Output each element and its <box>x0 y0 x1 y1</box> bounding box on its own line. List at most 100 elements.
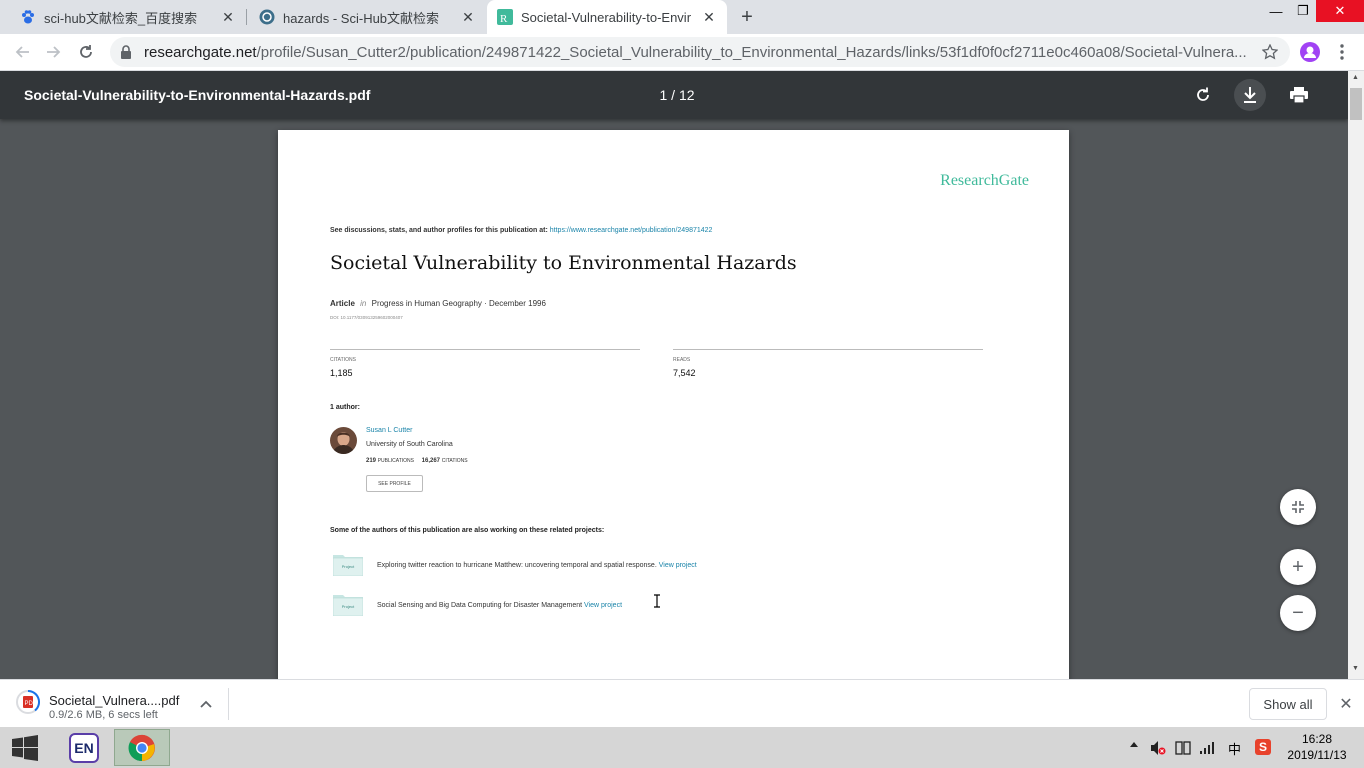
download-options-button[interactable] <box>196 694 216 714</box>
project-text: Exploring twitter reaction to hurricane … <box>377 562 657 569</box>
download-icon <box>1244 87 1256 103</box>
tab-scihub[interactable]: hazards - Sci-Hub文献检索 ✕ <box>247 0 486 34</box>
researchgate-logo: ResearchGate <box>940 172 1029 189</box>
project-text: Social Sensing and Big Data Computing fo… <box>377 602 583 609</box>
show-hidden-icons-button[interactable] <box>1130 739 1138 749</box>
researchgate-icon: R <box>497 9 513 25</box>
rotate-icon <box>1197 87 1209 101</box>
text-cursor-icon <box>653 594 661 608</box>
author-avatar[interactable] <box>330 427 357 454</box>
download-button[interactable] <box>1234 79 1266 111</box>
print-icon <box>1290 87 1308 103</box>
close-shelf-button[interactable]: ✕ <box>1336 694 1356 714</box>
zoom-in-button[interactable]: + <box>1280 549 1316 585</box>
tab-researchgate-pdf[interactable]: R Societal-Vulnerability-to-Envir ✕ <box>487 0 727 34</box>
ime-en-icon: EN <box>69 732 99 763</box>
star-icon <box>1262 44 1278 60</box>
scrollbar-track[interactable] <box>1348 71 1364 679</box>
rotate-button[interactable] <box>1187 79 1219 111</box>
baidu-paw-icon <box>20 9 36 25</box>
taskbar-ime-app[interactable]: EN <box>56 729 112 766</box>
scroll-up-arrow-icon[interactable]: ▲ <box>1352 74 1359 81</box>
taskbar-chrome-app[interactable] <box>114 729 170 766</box>
discussion-line: See discussions, stats, and author profi… <box>330 227 712 234</box>
scrollbar-thumb[interactable] <box>1350 88 1362 120</box>
browser-menu-button[interactable] <box>1328 38 1356 66</box>
tab-title: hazards - Sci-Hub文献检索 <box>283 10 440 26</box>
author-name-link[interactable]: Susan L Cutter <box>366 427 412 434</box>
svg-text:PDF: PDF <box>25 701 37 707</box>
author-citations-label: CITATIONS <box>441 458 468 464</box>
pdf-toolbar: Societal-Vulnerability-to-Environmental-… <box>0 71 1348 119</box>
stats-divider-right <box>673 349 983 350</box>
reload-button[interactable] <box>72 38 100 66</box>
restore-button[interactable]: ❐ <box>1290 0 1316 22</box>
browser-toolbar: researchgate.net /profile/Susan_Cutter2/… <box>0 34 1364 71</box>
new-tab-button[interactable]: + <box>735 5 759 29</box>
see-profile-button[interactable]: SEE PROFILE <box>366 475 423 492</box>
clock-date: 2019/11/13 <box>1287 748 1347 762</box>
article-meta: Article in Progress in Human Geography ·… <box>330 299 546 308</box>
show-all-downloads-button[interactable]: Show all <box>1249 688 1327 720</box>
download-status: 0.9/2.6 MB, 6 secs left <box>49 709 158 721</box>
tab-baidu-search[interactable]: sci-hub文献检索_百度搜索 ✕ <box>0 0 246 34</box>
close-window-button[interactable]: ✕ <box>1316 0 1364 22</box>
pdf-viewer[interactable]: Societal-Vulnerability-to-Environmental-… <box>0 71 1364 679</box>
reads-label: READS <box>673 357 691 363</box>
scihub-icon <box>259 9 275 25</box>
tab-close-icon[interactable]: ✕ <box>699 7 719 27</box>
svg-text:R: R <box>500 13 508 25</box>
tab-title: Societal-Vulnerability-to-Envir <box>521 9 692 25</box>
download-file-name[interactable]: Societal_Vulnera....pdf <box>49 693 179 708</box>
tab-close-icon[interactable]: ✕ <box>218 7 238 27</box>
chevron-up-icon <box>1130 742 1138 747</box>
tab-strip: sci-hub文献检索_百度搜索 ✕ hazards - Sci-Hub文献检索… <box>0 0 1364 34</box>
address-bar[interactable]: researchgate.net /profile/Susan_Cutter2/… <box>110 37 1290 67</box>
tab-close-icon[interactable]: ✕ <box>458 7 478 27</box>
network-signal-icon[interactable] <box>1199 740 1215 759</box>
bookmark-star-button[interactable] <box>1256 38 1284 66</box>
discussion-prefix: See discussions, stats, and author profi… <box>330 227 550 234</box>
fit-page-icon <box>1292 501 1304 513</box>
authors-heading: 1 author: <box>330 404 360 411</box>
article-label: Article <box>330 299 355 308</box>
citations-label: CITATIONS <box>330 357 356 363</box>
clock-time: 16:28 <box>1301 732 1333 746</box>
related-projects-heading: Some of the authors of this publication … <box>330 527 605 534</box>
print-button[interactable] <box>1283 79 1315 111</box>
zoom-out-button[interactable]: − <box>1280 595 1316 631</box>
minimize-button[interactable]: — <box>1262 0 1290 22</box>
forward-button[interactable] <box>40 38 68 66</box>
volume-muted-icon[interactable] <box>1150 740 1166 759</box>
address-path: /profile/Susan_Cutter2/publication/24987… <box>256 43 1247 61</box>
author-citations-count: 16,267 <box>421 458 441 464</box>
start-button[interactable] <box>0 729 50 766</box>
sogou-ime-icon[interactable]: S <box>1255 739 1271 755</box>
in-label: in <box>360 299 367 308</box>
pdf-file-icon: PDF <box>16 689 40 714</box>
doi-text: DOI: 10.1177/030913259602000407 <box>330 315 403 320</box>
view-project-link[interactable]: View project <box>659 562 697 569</box>
incognito-avatar-icon <box>1300 42 1320 62</box>
pdf-filename: Societal-Vulnerability-to-Environmental-… <box>24 87 371 103</box>
pdf-page-indicator[interactable]: 1 / 12 <box>640 87 714 103</box>
back-button[interactable] <box>8 38 36 66</box>
publication-link[interactable]: https://www.researchgate.net/publication… <box>550 227 713 234</box>
profile-avatar[interactable] <box>1296 38 1324 66</box>
view-project-link[interactable]: View project <box>584 602 622 609</box>
reload-icon <box>80 45 92 58</box>
shelf-divider <box>228 688 229 720</box>
project-badge: Project <box>341 564 355 569</box>
journal-info: Progress in Human Geography · December 1… <box>371 299 546 308</box>
pdf-page: ResearchGate See discussions, stats, and… <box>278 130 1069 679</box>
system-clock[interactable]: 16:28 2019/11/13 <box>1282 731 1352 763</box>
forward-arrow-icon <box>47 46 61 58</box>
author-affiliation: University of South Carolina <box>366 441 453 448</box>
fit-to-page-button[interactable] <box>1280 489 1316 525</box>
tablet-mode-icon[interactable] <box>1175 740 1191 759</box>
input-language-indicator[interactable]: 中 <box>1228 739 1241 758</box>
address-host: researchgate.net <box>144 43 257 61</box>
scroll-down-arrow-icon[interactable]: ▼ <box>1352 665 1359 672</box>
document-title: Societal Vulnerability to Environmental … <box>330 252 797 274</box>
project-folder-icon: Project <box>332 553 364 577</box>
